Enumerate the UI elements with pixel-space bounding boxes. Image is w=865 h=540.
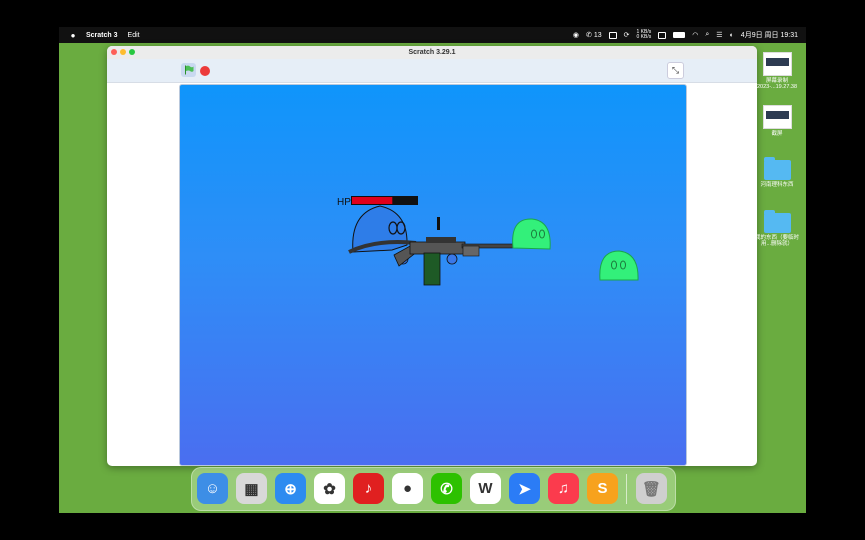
dock-separator (626, 474, 627, 504)
netease-music-icon[interactable]: ♪ (353, 473, 384, 504)
game-stage[interactable]: HP (179, 84, 687, 466)
siri-icon[interactable]: ◐ (730, 32, 734, 39)
desktop-folder-1[interactable]: 河南理科东西 (755, 157, 799, 188)
tray-app-icon[interactable] (608, 31, 617, 39)
launchpad-icon[interactable]: ▦ (236, 473, 267, 504)
stage-toolbar: ⤡ (107, 59, 757, 83)
minimize-window-button[interactable] (120, 49, 126, 55)
screenshot-thumb-icon (762, 105, 792, 129)
scratch-window: Scratch 3.29.1 ⤡ HP (107, 46, 757, 466)
scratch-icon[interactable]: S (587, 473, 618, 504)
enemy-slime-2 (599, 250, 639, 281)
shrink-icon: ⤡ (671, 65, 680, 75)
stage-canvas: HP (337, 196, 639, 286)
wechat-count: 13 (593, 31, 602, 39)
wps-icon[interactable]: W (470, 473, 501, 504)
music-icon[interactable]: ♫ (548, 473, 579, 504)
desktop-item-label: 截屏 (771, 131, 783, 137)
desktop-item-label: 河南理科东西 (760, 182, 794, 188)
network-speed[interactable]: 1 KB/s 0 KB/s (637, 30, 652, 40)
desktop-item-label: 屏幕录制 2023-...19.27.38 (756, 78, 798, 90)
close-window-button[interactable] (111, 49, 117, 55)
folder-icon (763, 210, 791, 233)
stop-button[interactable] (200, 66, 210, 76)
machine-gun (393, 217, 520, 286)
wifi-icon[interactable]: ◠ (692, 31, 698, 39)
screenshot-thumb-icon (762, 52, 792, 76)
zoom-window-button[interactable] (129, 49, 135, 55)
menu-edit[interactable]: Edit (128, 32, 140, 39)
spotlight-search-icon[interactable]: ⌕ (705, 31, 709, 39)
feishu-icon[interactable]: ➤ (509, 473, 540, 504)
window-titlebar[interactable]: Scratch 3.29.1 (107, 46, 757, 59)
input-method-icon[interactable] (658, 31, 667, 39)
battery-icon[interactable] (673, 32, 686, 38)
wechat-status-icon: ✆ (585, 32, 592, 39)
desktop-item-label: 我的东西（要临时用...删除就） (755, 235, 800, 247)
trash-icon[interactable]: 🗑 (636, 473, 667, 504)
safari-icon[interactable]: ⊕ (275, 473, 306, 504)
hp-label: HP (337, 197, 351, 208)
net-down: 0 KB/s (636, 34, 652, 40)
dock: S ♫ ➤ W ✆ ● ♪ ✿ ⊕ ▦ ☺ 🗑 (191, 467, 676, 511)
menu-app-name[interactable]: Scratch 3 (86, 32, 118, 39)
sync-status-icon[interactable]: ⟳ (624, 31, 630, 39)
wechat-status-item[interactable]: ✆ 13 (585, 31, 602, 40)
window-title: Scratch 3.29.1 (408, 49, 456, 56)
exit-fullscreen-button[interactable]: ⤡ (667, 62, 684, 79)
qq-icon[interactable]: ● (392, 473, 423, 504)
menu-bar: ● Scratch 3 Edit ◉ ✆ 13 ⟳ 1 KB/s 0 KB/s … (59, 27, 806, 43)
green-flag-icon (184, 65, 193, 75)
desktop-item-screenshot[interactable]: 截屏 (755, 105, 799, 137)
desktop-folder-2[interactable]: 我的东西（要临时用...删除就） (755, 210, 800, 247)
control-center-icon[interactable]: ☰ (716, 31, 722, 39)
finder-icon[interactable]: ☺ (197, 473, 228, 504)
photos-icon[interactable]: ✿ (314, 473, 345, 504)
menubar-datetime[interactable]: 4月9日 周日 19:31 (741, 30, 798, 40)
apple-menu-icon[interactable]: ● (68, 31, 78, 40)
folder-icon (763, 157, 791, 180)
hp-bar-fill (352, 197, 393, 204)
record-status-icon[interactable]: ◉ (573, 31, 579, 39)
desktop: ● Scratch 3 Edit ◉ ✆ 13 ⟳ 1 KB/s 0 KB/s … (59, 27, 806, 513)
green-flag-button[interactable] (181, 63, 196, 77)
wechat-icon[interactable]: ✆ (431, 473, 462, 504)
enemy-slime-1 (512, 218, 551, 250)
desktop-item-screen-recording[interactable]: 屏幕录制 2023-...19.27.38 (755, 52, 799, 90)
